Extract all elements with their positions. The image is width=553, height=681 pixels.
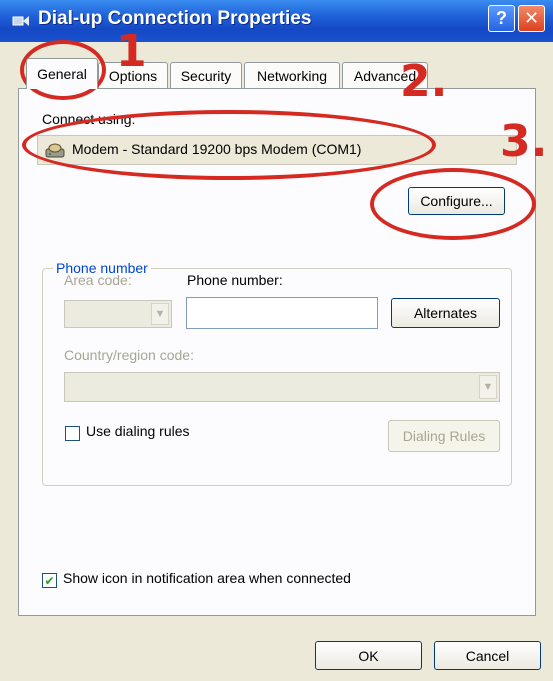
title-bar[interactable]: Dial-up Connection Properties ? ✕ <box>0 0 553 42</box>
ok-button[interactable]: OK <box>315 641 422 670</box>
help-button[interactable]: ? <box>488 5 515 32</box>
annotation-circle-configure <box>370 168 536 240</box>
phone-number-label: Phone number: <box>187 272 283 288</box>
window-title: Dial-up Connection Properties <box>38 8 312 29</box>
chevron-down-icon: ▼ <box>479 375 497 399</box>
dialing-rules-button[interactable]: Dialing Rules <box>388 420 500 452</box>
area-code-select[interactable]: ▼ <box>64 300 172 328</box>
tab-networking[interactable]: Networking <box>244 62 340 88</box>
show-icon-checkbox[interactable]: ✔ <box>42 573 57 588</box>
use-dialing-rules-checkbox[interactable] <box>65 426 80 441</box>
show-icon-label: Show icon in notification area when conn… <box>63 570 351 586</box>
use-dialing-rules-label: Use dialing rules <box>86 423 190 439</box>
annotation-number-3: 3. <box>500 116 548 167</box>
cancel-button[interactable]: Cancel <box>434 641 541 670</box>
dialog-window: Dial-up Connection Properties ? ✕ Genera… <box>0 0 553 681</box>
annotation-circle-modem <box>22 110 436 180</box>
alternates-button[interactable]: Alternates <box>391 298 500 328</box>
tab-security[interactable]: Security <box>170 62 242 88</box>
country-region-label: Country/region code: <box>64 347 194 363</box>
dialup-connection-icon <box>12 16 29 26</box>
tab-general[interactable]: General <box>26 58 98 89</box>
annotation-number-1: 1 <box>116 26 147 77</box>
close-button[interactable]: ✕ <box>518 5 545 32</box>
chevron-down-icon: ▼ <box>151 303 169 325</box>
country-region-select[interactable]: ▼ <box>64 372 500 402</box>
area-code-label: Area code: <box>64 272 132 288</box>
phone-number-input[interactable] <box>186 297 378 329</box>
annotation-number-2: 2. <box>400 56 448 107</box>
